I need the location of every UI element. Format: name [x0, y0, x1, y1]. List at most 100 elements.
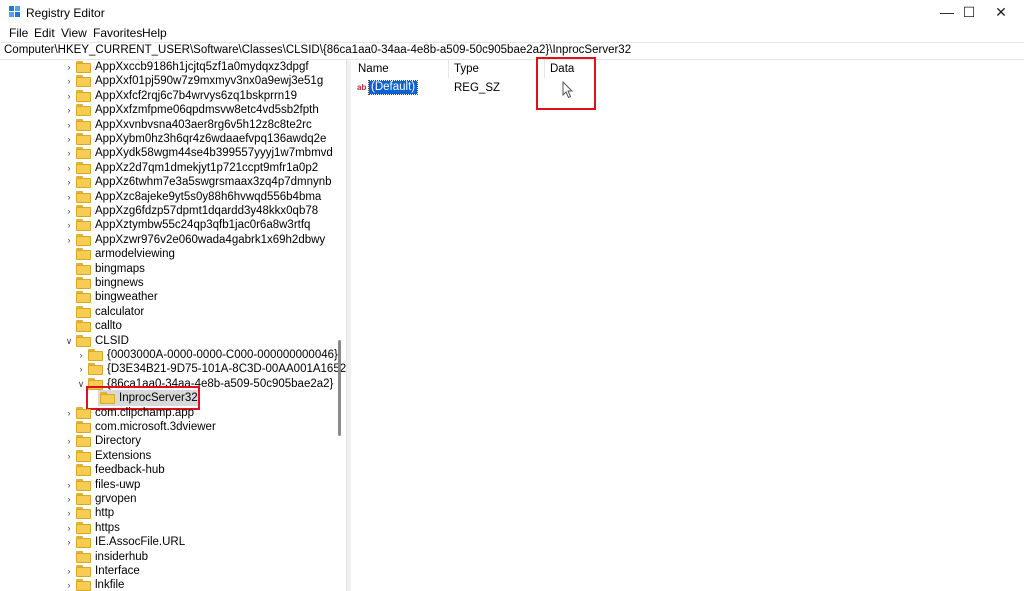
tree-item[interactable]: bingmaps — [0, 262, 340, 276]
tree-item[interactable]: › AppXxf01pj590w7z9mxmyv3nx0a9ewj3e51g — [0, 74, 340, 88]
chevron-right-icon[interactable]: › — [64, 492, 74, 506]
tree-item[interactable]: › AppXxvnbvsna403aer8rg6v5h12z8c8te2rc — [0, 118, 340, 132]
chevron-right-icon[interactable]: › — [64, 74, 74, 88]
chevron-right-icon[interactable]: › — [64, 190, 74, 204]
chevron-right-icon[interactable]: › — [64, 146, 74, 160]
chevron-right-icon[interactable]: › — [64, 103, 74, 117]
tree-item[interactable]: › Interface — [0, 564, 340, 578]
chevron-right-icon[interactable]: › — [64, 406, 74, 420]
tree-item[interactable]: com.microsoft.3dviewer — [0, 420, 340, 434]
chevron-right-icon[interactable]: › — [64, 89, 74, 103]
chevron-down-icon[interactable]: ∨ — [76, 377, 86, 391]
tree-item-label: AppXxvnbvsna403aer8rg6v5h12z8c8te2rc — [95, 118, 312, 131]
chevron-right-icon[interactable]: › — [64, 478, 74, 492]
chevron-down-icon[interactable]: ∨ — [64, 334, 74, 348]
folder-icon — [76, 521, 92, 534]
folder-icon — [76, 291, 92, 304]
folder-icon — [76, 579, 92, 591]
column-header-type[interactable]: Type — [454, 63, 479, 75]
tree-item[interactable]: › grvopen — [0, 492, 340, 506]
chevron-right-icon[interactable]: › — [64, 161, 74, 175]
tree-item-label: AppXybm0hz3h6qr4z6wdaaefvpq136awdq2e — [95, 133, 327, 145]
chevron-right-icon[interactable]: › — [64, 521, 74, 535]
folder-icon — [76, 219, 92, 232]
tree-item[interactable]: › https — [0, 521, 340, 535]
value-list-pane[interactable]: Name Type Data ab (Default) REG_SZ — [352, 57, 1024, 591]
close-button[interactable]: ✕ — [978, 0, 1024, 24]
chevron-right-icon[interactable]: › — [64, 233, 74, 247]
tree-item[interactable]: feedback-hub — [0, 463, 340, 477]
chevron-right-icon[interactable]: › — [64, 175, 74, 189]
chevron-right-icon[interactable]: › — [64, 535, 74, 549]
tree-item[interactable]: › lnkfile — [0, 578, 340, 591]
chevron-right-icon[interactable]: › — [76, 362, 86, 376]
menu-view[interactable]: View — [61, 26, 87, 40]
tree-item-label: grvopen — [95, 493, 137, 505]
tree-item[interactable]: › AppXxfcf2rqj6c7b4wrvys6zq1bskprrn19 — [0, 89, 340, 103]
tree-item-label: AppXz6twhm7e3a5swgrsmaax3zq4p7dmnynb — [95, 176, 332, 189]
folder-icon — [100, 392, 116, 405]
address-path[interactable]: Computer\HKEY_CURRENT_USER\Software\Clas… — [4, 44, 631, 56]
folder-icon — [76, 262, 92, 275]
tree-item[interactable]: › AppXz2d7qm1dmekjyt1p721ccpt9mfr1a0p2 — [0, 161, 340, 175]
tree-item[interactable]: calculator — [0, 305, 340, 319]
tree-item[interactable]: › Directory — [0, 434, 340, 448]
column-separator[interactable] — [448, 60, 449, 78]
menu-help[interactable]: Help — [142, 26, 167, 40]
tree-item-label: feedback-hub — [95, 464, 165, 477]
tree-item[interactable]: › AppXydk58wgm44se4b399557yyyj1w7mbmvd — [0, 146, 340, 160]
tree-item[interactable]: › AppXxccb9186h1jcjtq5zf1a0mydqxz3dpgf — [0, 60, 340, 74]
menu-file[interactable]: File — [9, 26, 28, 40]
tree-item[interactable]: ∨ CLSID — [0, 334, 340, 348]
value-type: REG_SZ — [454, 82, 501, 94]
tree-item[interactable]: › AppXz6twhm7e3a5swgrsmaax3zq4p7dmnynb — [0, 175, 340, 189]
tree-item-label: files-uwp — [95, 478, 141, 491]
chevron-right-icon[interactable]: › — [64, 132, 74, 146]
tree-item[interactable]: armodelviewing — [0, 247, 340, 261]
chevron-right-icon[interactable]: › — [64, 434, 74, 448]
pane-splitter[interactable] — [347, 59, 351, 591]
tree-item[interactable]: callto — [0, 319, 340, 333]
chevron-right-icon[interactable]: › — [64, 506, 74, 520]
chevron-right-icon[interactable]: › — [64, 578, 74, 591]
tree-scrollbar-thumb[interactable] — [338, 340, 341, 436]
tree-item-label: https — [95, 521, 120, 534]
folder-icon — [76, 147, 92, 160]
tree-item[interactable]: bingnews — [0, 276, 340, 290]
tree-item[interactable]: insiderhub — [0, 550, 340, 564]
chevron-right-icon[interactable]: › — [64, 564, 74, 578]
chevron-right-icon[interactable]: › — [64, 204, 74, 218]
chevron-right-icon[interactable]: › — [64, 60, 74, 74]
tree-item[interactable]: › AppXztymbw55c24qp3qfb1jac0r6a8w3rtfq — [0, 218, 340, 232]
tree-item[interactable]: › AppXzc8ajeke9yt5s0y88h6hvwqd556b4bma — [0, 190, 340, 204]
tree-item[interactable]: › http — [0, 506, 340, 520]
tree-item[interactable]: › AppXzg6fdzp57dpmt1dqardd3y48kkx0qb78 — [0, 204, 340, 218]
menu-favorites[interactable]: Favorites — [93, 26, 142, 40]
tree-item[interactable]: › Extensions — [0, 449, 340, 463]
tree-item[interactable]: › AppXybm0hz3h6qr4z6wdaaefvpq136awdq2e — [0, 132, 340, 146]
menu-bar: File Edit View Favorites Help — [0, 24, 1024, 42]
tree-item[interactable]: › IE.AssocFile.URL — [0, 535, 340, 549]
chevron-right-icon[interactable]: › — [64, 118, 74, 132]
tree-item[interactable]: InprocServer32 — [0, 391, 340, 405]
tree-item[interactable]: bingweather — [0, 290, 340, 304]
tree-item[interactable]: › {0003000A-0000-0000-C000-000000000046} — [0, 348, 340, 362]
menu-edit[interactable]: Edit — [34, 26, 55, 40]
tree-item-label: AppXzg6fdzp57dpmt1dqardd3y48kkx0qb78 — [95, 205, 319, 217]
chevron-right-icon[interactable]: › — [76, 348, 86, 362]
chevron-right-icon[interactable]: › — [64, 218, 74, 232]
chevron-right-icon[interactable]: › — [64, 449, 74, 463]
tree-item[interactable]: › AppXxfzmfpme06qpdmsvw8etc4vd5sb2fpth — [0, 103, 340, 117]
tree-item-label: bingmaps — [95, 262, 145, 275]
value-name[interactable]: (Default) — [367, 80, 419, 95]
folder-icon — [76, 233, 92, 246]
tree-item[interactable]: › files-uwp — [0, 478, 340, 492]
address-bar[interactable]: Computer\HKEY_CURRENT_USER\Software\Clas… — [0, 42, 1024, 60]
title-bar: Registry Editor — ☐ ✕ — [0, 0, 1024, 24]
tree-item[interactable]: › AppXzwr976v2e060wada4gabrk1x69h2dbwy — [0, 233, 340, 247]
tree-item[interactable]: › {D3E34B21-9D75-101A-8C3D-00AA001A1652} — [0, 362, 346, 376]
column-header-name[interactable]: Name — [358, 63, 389, 75]
tree-item[interactable]: › com.clipchamp.app — [0, 406, 340, 420]
registry-key-tree[interactable]: › AppXxccb9186h1jcjtq5zf1a0mydqxz3dpgf › Ap… — [0, 59, 347, 591]
folder-icon — [76, 248, 92, 261]
